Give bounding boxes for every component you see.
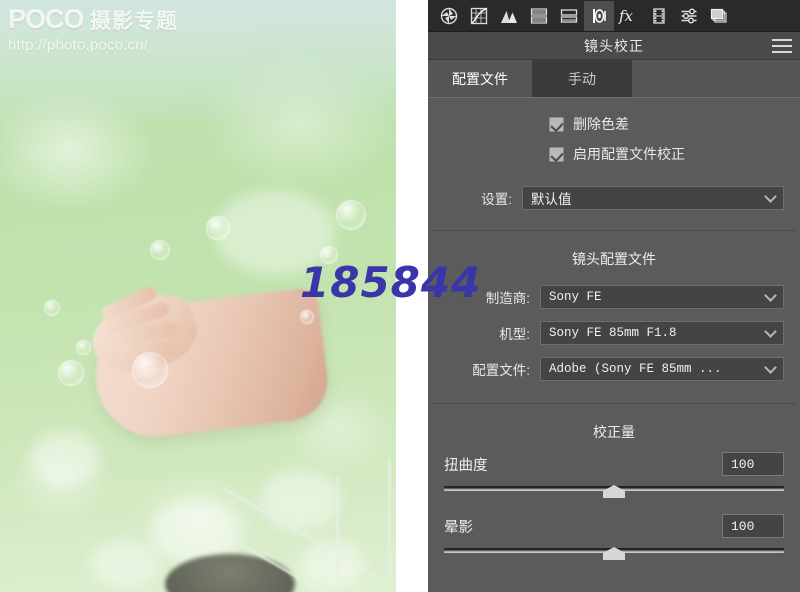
lens-profile-section-title: 镜头配置文件	[572, 251, 656, 267]
tab-manual-label: 手动	[568, 71, 596, 87]
chevron-down-icon	[764, 289, 777, 302]
watermark: POCO 摄影专题 http://photo.poco.cn/	[8, 4, 258, 55]
panel-header: 镜头校正	[428, 32, 800, 60]
remove-chromatic-aberration-label: 删除色差	[573, 116, 629, 132]
checkbox-row-remove-chromatic-aberration[interactable]: 删除色差	[549, 114, 784, 134]
lens-profile-fields: 制造商: Sony FE 机型: Sony FE 85mm F1.8 配置文件:…	[428, 285, 800, 381]
bubble	[150, 240, 170, 260]
slider-vignetting-label: 晕影	[444, 519, 473, 536]
effects-fx-icon[interactable]: fx	[614, 1, 644, 31]
checkbox-row-enable-profile-correction[interactable]: 启用配置文件校正	[549, 144, 784, 164]
lens-correction-icon[interactable]	[584, 0, 614, 31]
presets-icon[interactable]	[674, 1, 704, 31]
model-select-value: Sony FE 85mm F1.8	[549, 326, 677, 340]
slider-vignetting: 晕影 100	[444, 514, 784, 560]
watermark-url: http://photo.poco.cn/	[8, 37, 149, 54]
module-toolbar: fx	[428, 0, 800, 32]
correction-sliders: 扭曲度 100 晕影 100	[428, 452, 800, 560]
watermark-brand: POCO	[8, 4, 85, 34]
bubble	[76, 340, 91, 355]
bubble	[132, 352, 168, 388]
settings-row: 设置: 默认值	[428, 186, 800, 210]
tab-manual[interactable]: 手动	[532, 60, 632, 98]
basic-adjustments-icon[interactable]	[434, 1, 464, 31]
snapshots-icon[interactable]	[704, 1, 734, 31]
railing	[216, 459, 396, 592]
slider-vignetting-head: 晕影 100	[444, 514, 784, 538]
bubble	[206, 216, 230, 240]
enable-profile-correction-label: 启用配置文件校正	[573, 146, 685, 162]
panel-tabs: 配置文件 手动	[428, 60, 800, 98]
app-root: POCO 摄影专题 http://photo.poco.cn/ 185844 f…	[0, 0, 800, 592]
profile-select[interactable]: Adobe (Sony FE 85mm ...	[540, 357, 784, 381]
slider-distortion-label: 扭曲度	[444, 457, 488, 474]
tone-curve-icon[interactable]	[464, 1, 494, 31]
slider-vignetting-track[interactable]	[444, 544, 784, 560]
chevron-down-icon	[764, 190, 777, 203]
settings-select-value: 默认值	[531, 192, 572, 207]
enable-profile-correction-checkbox[interactable]	[549, 146, 564, 162]
model-select[interactable]: Sony FE 85mm F1.8	[540, 321, 784, 345]
hsl-color-icon[interactable]	[494, 1, 524, 31]
settings-select[interactable]: 默认值	[522, 186, 784, 210]
slider-distortion-track[interactable]	[444, 482, 784, 498]
slider-distortion-value-input[interactable]: 100	[722, 452, 784, 476]
bubble	[300, 310, 314, 324]
slider-distortion-value: 100	[731, 456, 755, 472]
slider-distortion-head: 扭曲度 100	[444, 452, 784, 476]
checkbox-group: 删除色差 启用配置文件校正	[428, 98, 800, 164]
bubble	[58, 360, 84, 386]
profile-label: 配置文件:	[472, 363, 530, 378]
watermark-subtitle: 摄影专题	[90, 10, 179, 33]
settings-field: 设置: 默认值	[444, 186, 784, 210]
profile-field: 配置文件: Adobe (Sony FE 85mm ...	[444, 357, 784, 381]
slider-vignetting-value: 100	[731, 518, 755, 534]
profile-select-value: Adobe (Sony FE 85mm ...	[549, 362, 722, 376]
camera-calibration-icon[interactable]	[644, 1, 674, 31]
bokeh-spot	[90, 540, 160, 588]
model-field: 机型: Sony FE 85mm F1.8	[444, 321, 784, 345]
make-select-value: Sony FE	[549, 290, 602, 304]
model-label: 机型:	[499, 327, 530, 342]
detail-icon[interactable]	[554, 1, 584, 31]
hamburger-menu-icon[interactable]	[772, 39, 792, 53]
settings-label: 设置:	[481, 192, 512, 207]
tab-profile[interactable]: 配置文件	[428, 60, 532, 98]
chevron-down-icon	[764, 361, 777, 374]
split-toning-icon[interactable]	[524, 1, 554, 31]
divider-lens-profile	[432, 230, 796, 231]
svg-text:fx: fx	[618, 7, 634, 25]
chevron-down-icon	[764, 325, 777, 338]
tabs-underline	[428, 97, 800, 98]
make-select[interactable]: Sony FE	[540, 285, 784, 309]
slider-vignetting-value-input[interactable]: 100	[722, 514, 784, 538]
bubble	[336, 200, 366, 230]
overlay-number: 185844	[300, 258, 482, 307]
slider-distortion: 扭曲度 100	[444, 452, 784, 498]
tabs-filler	[632, 60, 800, 98]
remove-chromatic-aberration-checkbox[interactable]	[549, 116, 564, 132]
correction-section-title: 校正量	[593, 424, 635, 440]
make-field: 制造商: Sony FE	[444, 285, 784, 309]
tab-profile-label: 配置文件	[452, 71, 508, 87]
bokeh-spot	[30, 430, 100, 485]
lens-correction-panel: fx 镜头校正 配置文件 手动 删除色差 启用配置文件校正 设置: 默认值 镜头…	[428, 0, 800, 592]
divider-correction-amount	[432, 403, 796, 404]
bubble	[44, 300, 60, 316]
panel-title: 镜头校正	[584, 37, 644, 54]
